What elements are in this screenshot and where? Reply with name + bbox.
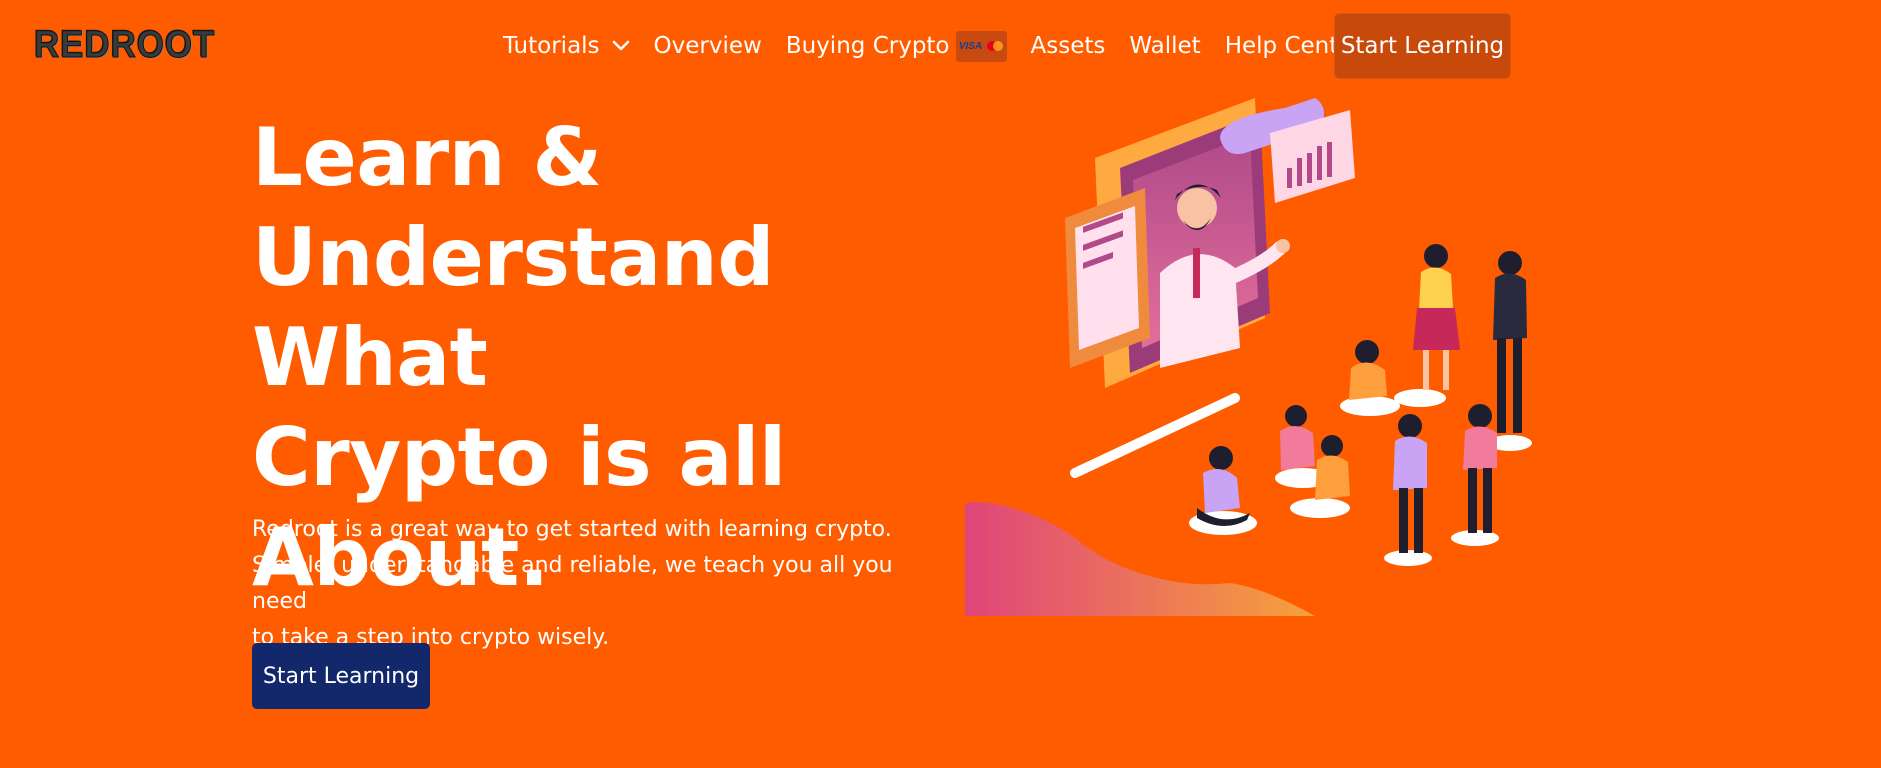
chevron-down-icon	[612, 40, 630, 52]
hero-description-line: Simple, understandable and reliable, we …	[252, 553, 893, 614]
nav-item-wallet[interactable]: Wallet	[1129, 33, 1200, 59]
mastercard-icon	[987, 41, 1004, 51]
hero-title-line: Learn &	[252, 111, 602, 204]
nav-item-label: Overview	[653, 33, 762, 59]
hero-start-learning-button[interactable]: Start Learning	[252, 643, 430, 709]
nav-item-overview[interactable]: Overview	[654, 33, 762, 59]
nav-item-label: Tutorials	[503, 33, 600, 59]
payment-cards-badge: VISA	[955, 30, 1007, 62]
hero-description: Redroot is a great way to get started wi…	[252, 512, 942, 656]
nav-item-label: Buying Crypto	[785, 33, 950, 59]
nav-item-label: Assets	[1030, 33, 1106, 59]
main-nav: Tutorials Overview Buying Crypto VISA As…	[503, 14, 1386, 78]
nav-item-buying-crypto[interactable]: Buying Crypto VISA	[785, 30, 1007, 62]
hero-description-line: Redroot is a great way to get started wi…	[252, 517, 892, 542]
visa-icon: VISA	[958, 40, 983, 52]
brand-logo[interactable]: REDROOT	[34, 24, 215, 67]
nav-item-label: Wallet	[1129, 33, 1201, 59]
nav-item-tutorials[interactable]: Tutorials	[503, 33, 630, 59]
nav-item-assets[interactable]: Assets	[1031, 33, 1106, 59]
hero-title-line: Crypto is all	[252, 411, 786, 504]
nav-start-learning-button[interactable]: Start Learning	[1334, 13, 1511, 79]
teacher-students-illustration	[965, 98, 1532, 616]
hero-title-line: Understand What	[252, 211, 774, 404]
